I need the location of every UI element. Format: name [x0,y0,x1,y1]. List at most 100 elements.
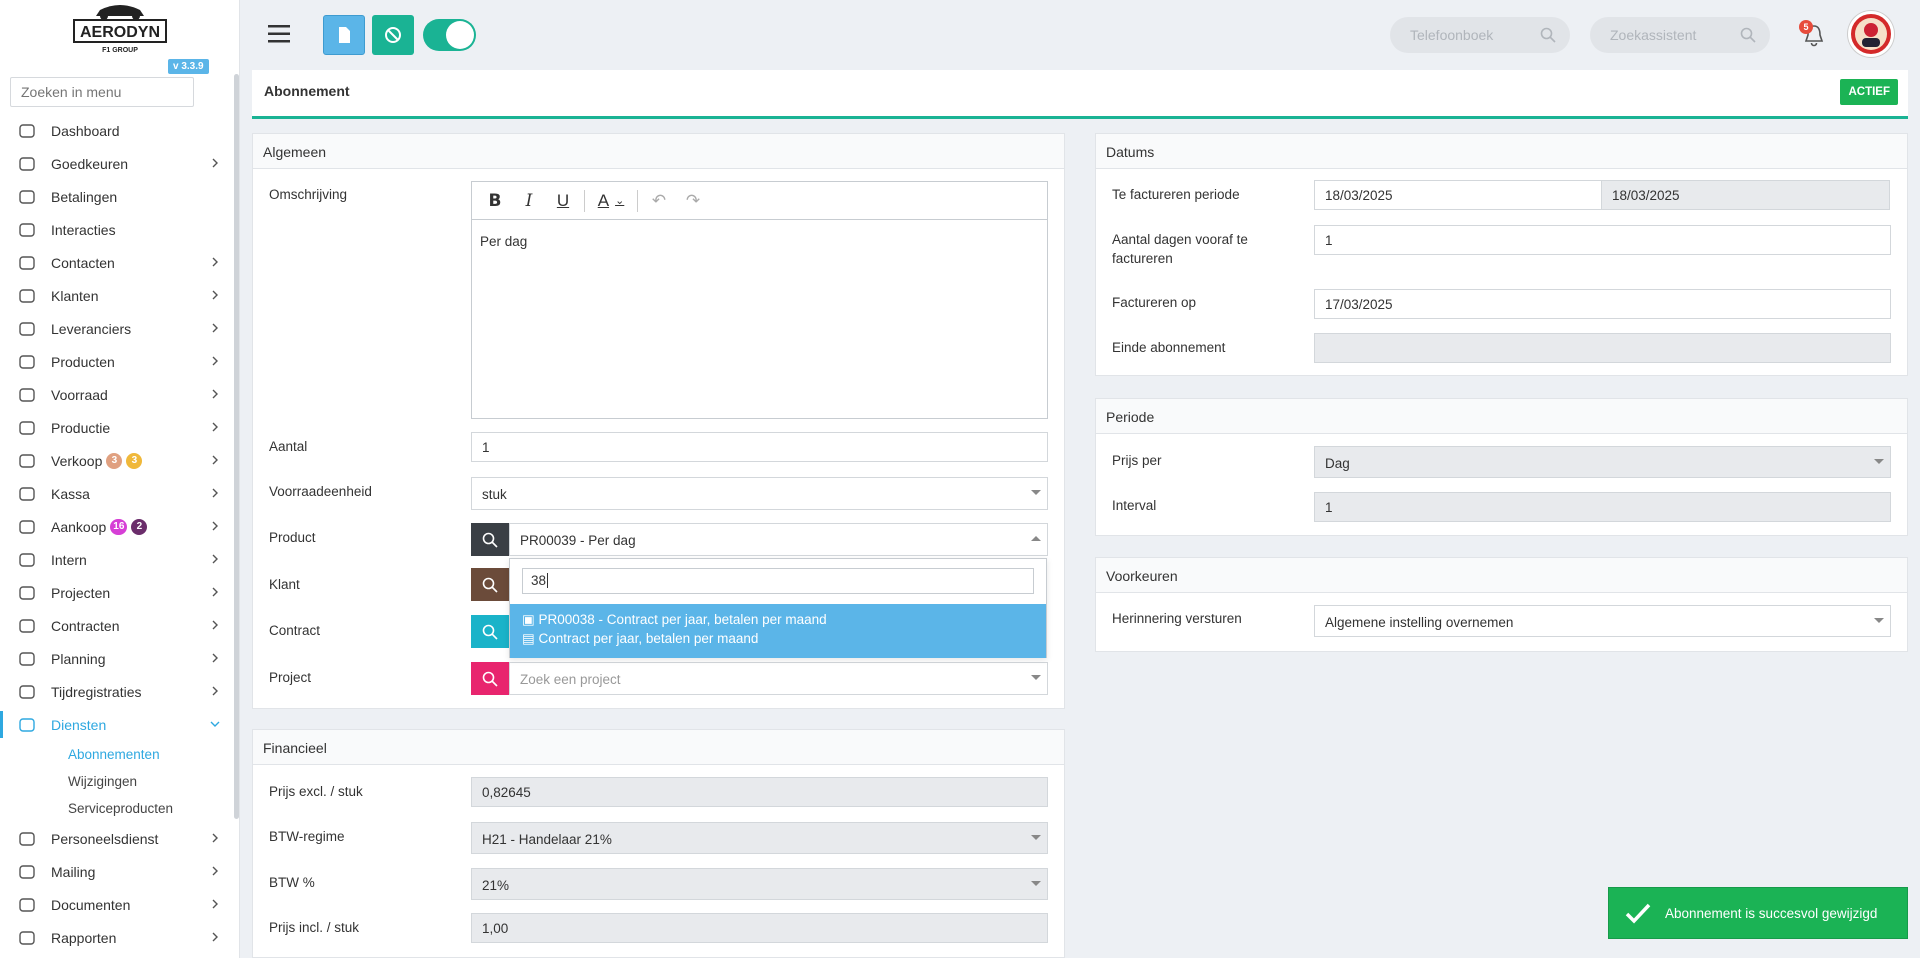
sidebar-item-tijdregistraties[interactable]: Tijdregistraties [0,675,232,708]
chevron-right-icon [212,932,218,942]
voorraadeenheid-value: stuk [482,487,507,502]
sidebar-item-projecten[interactable]: Projecten [0,576,232,609]
sidebar-subitem-abonnementen[interactable]: Abonnementen [0,741,232,768]
factureren-input[interactable]: 17/03/2025 [1314,289,1891,319]
project-select[interactable]: Zoek een project [509,662,1048,695]
sidebar-item-verkoop[interactable]: Verkoop 3 3 [0,444,232,477]
btw-pct-select[interactable]: 21% [471,868,1048,900]
dagen-input[interactable]: 1 [1314,225,1891,255]
page-title: Abonnement [264,83,350,99]
contract-icon [16,617,38,635]
chevron-right-icon [212,257,218,267]
sidebar-item-producten[interactable]: Producten [0,345,232,378]
sidebar-scrollbar[interactable] [234,74,239,819]
sidebar-item-leveranciers[interactable]: Leveranciers [0,312,232,345]
toast-message: Abonnement is succesvol gewijzigd [1665,905,1878,921]
editor-content[interactable]: Per dag [472,220,1047,263]
chevron-down-icon [1874,459,1884,464]
active-toggle[interactable] [423,19,476,51]
redo-icon[interactable]: ↷ [676,187,710,215]
avatar[interactable] [1848,11,1894,57]
contract-search-button[interactable] [471,615,509,648]
aantal-input[interactable]: 1 [471,432,1048,462]
font-color-icon[interactable]: A ⌄ [589,187,633,215]
interval-input[interactable]: 1 [1314,492,1891,522]
chevron-right-icon [212,554,218,564]
menu-search-input[interactable] [10,77,194,107]
sidebar-item-label: Contacten [51,254,115,271]
prijs-per-select[interactable]: Dag [1314,446,1891,478]
sidebar-item-diensten[interactable]: Diensten [0,708,232,741]
app-logo[interactable]: AERODYN F1 GROUP [70,2,170,56]
sidebar-subitem-serviceproducten[interactable]: Serviceproducten [0,795,232,822]
undo-icon[interactable]: ↶ [642,187,676,215]
bold-icon[interactable]: B [478,187,512,215]
sidebar-item-documenten[interactable]: Documenten [0,888,232,921]
success-toast[interactable]: Abonnement is succesvol gewijzigd [1608,887,1908,939]
prijs-excl-input[interactable]: 0,82645 [471,777,1048,807]
project-icon [16,584,38,602]
underline-icon[interactable]: U [546,187,580,215]
sidebar-item-contacten[interactable]: Contacten [0,246,232,279]
sidebar-item-klanten[interactable]: Klanten [0,279,232,312]
sidebar-item-label: Betalingen [51,188,118,205]
paper-plane-icon [16,863,38,881]
herinnering-label: Herinnering versturen [1112,611,1242,626]
sidebar-badge: 16 [110,518,128,535]
users-icon [16,551,38,569]
sidebar-item-productie[interactable]: Productie [0,411,232,444]
factureren-label: Factureren op [1112,295,1197,310]
project-placeholder: Zoek een project [520,672,621,687]
phonebook-placeholder: Telefoonboek [1410,27,1494,43]
herinnering-select[interactable]: Algemene instelling overnemen [1314,605,1891,637]
sidebar-item-goedkeuren[interactable]: Goedkeuren [0,147,232,180]
chevron-right-icon [212,833,218,843]
text-cursor [547,573,549,588]
btw-regime-select[interactable]: H21 - Handelaar 21% [471,822,1048,854]
italic-icon[interactable]: I [512,187,546,215]
search-icon [482,624,498,640]
document-button[interactable] [323,15,365,55]
product-value: PR00039 - Per dag [520,533,636,548]
sidebar-item-personeelsdienst[interactable]: Personeelsdienst [0,822,232,855]
sidebar-item-interacties[interactable]: Interacties [0,213,232,246]
sidebar-item-label: Productie [51,419,111,436]
sidebar-item-mailing[interactable]: Mailing [0,855,232,888]
einde-input[interactable] [1314,333,1891,363]
klant-search-button[interactable] [471,568,509,601]
sidebar-subitem-wijzigingen[interactable]: Wijzigingen [0,768,232,795]
chevron-right-icon [212,389,218,399]
status-badge[interactable]: ACTIEF [1840,79,1898,105]
assistant-search[interactable]: Zoekassistent [1590,17,1770,53]
periode-from-input[interactable]: 18/03/2025 [1314,180,1602,210]
notification-count: 5 [1799,20,1813,34]
phonebook-search[interactable]: Telefoonboek [1390,17,1570,53]
contract-label: Contract [269,623,321,638]
product-label: Product [269,530,316,545]
product-search-button[interactable] [471,523,509,556]
dropdown-option[interactable]: ▣ PR00038 - Contract per jaar, betalen p… [510,604,1046,658]
hamburger-menu-icon[interactable] [268,24,290,44]
project-search-button[interactable] [471,662,509,695]
sidebar-item-voorraad[interactable]: Voorraad [0,378,232,411]
sidebar-item-betalingen[interactable]: Betalingen [0,180,232,213]
sidebar-item-label: Kassa [51,485,90,502]
prijs-incl-input[interactable]: 1,00 [471,913,1048,943]
chevron-right-icon [212,455,218,465]
sidebar-item-rapporten[interactable]: Rapporten [0,921,232,954]
block-button[interactable] [372,15,414,55]
product-select[interactable]: PR00039 - Per dag [509,523,1048,556]
sidebar-item-label: Intern [51,551,87,568]
sidebar-item-dashboard[interactable]: Dashboard [0,114,232,147]
dropdown-search-input[interactable]: 38 [522,568,1034,594]
sidebar-item-aankoop[interactable]: Aankoop 16 2 [0,510,232,543]
sidebar-item-contracten[interactable]: Contracten [0,609,232,642]
sidebar-item-intern[interactable]: Intern [0,543,232,576]
sidebar-item-planning[interactable]: Planning [0,642,232,675]
voorraadeenheid-select[interactable]: stuk [471,477,1048,510]
refresh-icon [16,716,38,734]
omschrijving-editor[interactable]: B I U A ⌄ ↶ ↷ Per dag [471,181,1048,419]
periode-to-input[interactable]: 18/03/2025 [1601,180,1890,210]
truck-icon [16,320,38,338]
sidebar-item-kassa[interactable]: Kassa [0,477,232,510]
